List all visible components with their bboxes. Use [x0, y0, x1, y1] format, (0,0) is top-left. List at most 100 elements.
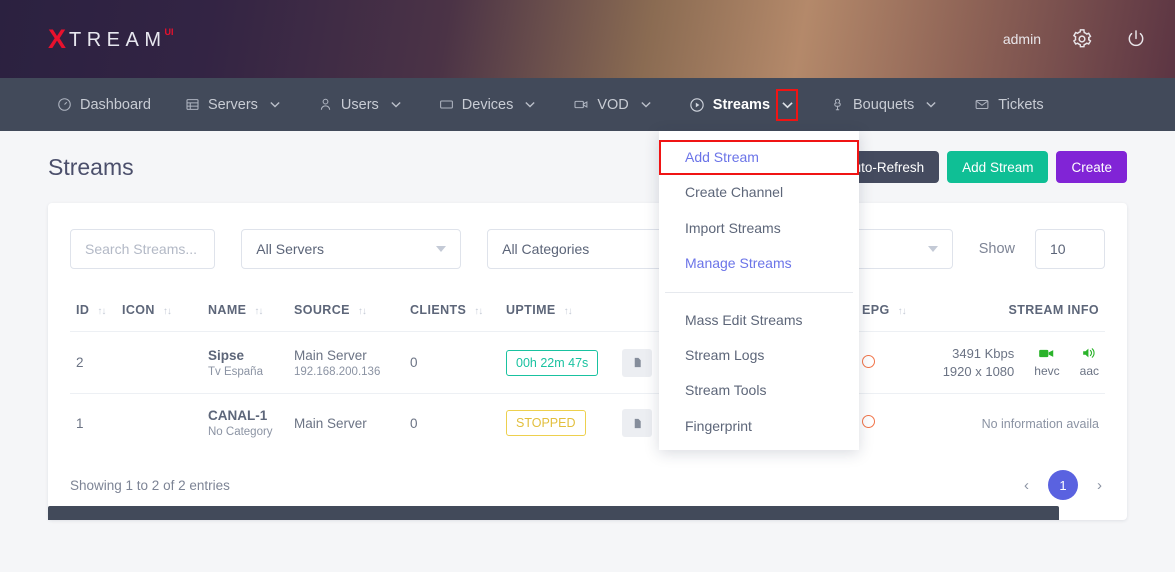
current-user-label[interactable]: admin	[1003, 31, 1041, 47]
chevron-down-icon	[927, 246, 938, 252]
menu-item-import-streams[interactable]: Import Streams	[659, 211, 859, 246]
streams-table-head: ID ↑↓ ICON ↑↓ NAME ↑↓ SOURCE ↑↓ CLIENTS ↑↓	[70, 291, 1105, 332]
nav-caret-vod[interactable]	[637, 91, 655, 119]
cell-id: 1	[76, 415, 84, 431]
table-row[interactable]: 1 CANAL-1 No Category Main Server 0 STOP…	[70, 394, 1105, 453]
menu-item-mass-edit-streams[interactable]: Mass Edit Streams	[659, 303, 859, 338]
add-stream-button[interactable]: Add Stream	[947, 151, 1049, 183]
cell-name: CANAL-1 No Category	[202, 394, 288, 453]
stream-name: Sipse	[208, 347, 245, 363]
bouquet-icon	[830, 97, 845, 112]
streams-dropdown-menu: Add Stream Create Channel Import Streams…	[659, 131, 859, 451]
create-button[interactable]: Create	[1056, 151, 1127, 183]
col-id[interactable]: ID ↑↓	[70, 291, 116, 332]
nav-item-users[interactable]: Users	[301, 78, 422, 131]
pagination-page-1[interactable]: 1	[1048, 470, 1078, 500]
server-select[interactable]: All Servers	[241, 229, 462, 269]
sort-icon: ↑↓	[897, 306, 907, 317]
nav-label-dashboard: Dashboard	[80, 96, 151, 113]
nav-label-users: Users	[340, 96, 379, 113]
file-icon[interactable]	[622, 409, 652, 437]
search-input-placeholder: Search Streams...	[85, 241, 198, 257]
col-stream-info-label: STREAM INFO	[1008, 303, 1099, 317]
gear-icon[interactable]	[1069, 26, 1095, 52]
cell-stream-info: 3491 Kbps 1920 x 1080 hevc aac	[930, 331, 1105, 394]
menu-item-create-channel[interactable]: Create Channel	[659, 175, 859, 210]
nav-caret-servers[interactable]	[266, 91, 284, 119]
status-badge: STOPPED	[506, 410, 586, 436]
status-badge: 00h 22m 47s	[506, 349, 599, 376]
cell-uptime: 00h 22m 47s	[500, 331, 616, 394]
streams-table: ID ↑↓ ICON ↑↓ NAME ↑↓ SOURCE ↑↓ CLIENTS ↑↓	[70, 291, 1105, 452]
nav-item-tickets[interactable]: Tickets	[957, 78, 1060, 131]
server-select-value: All Servers	[256, 241, 324, 257]
nav-item-streams[interactable]: Streams	[672, 78, 813, 131]
app-page: X TREAM UI admin Dashboard Servers Users…	[0, 0, 1175, 572]
entries-count: Showing 1 to 2 of 2 entries	[70, 477, 230, 493]
pagination-next[interactable]: ›	[1094, 477, 1105, 494]
menu-item-stream-logs[interactable]: Stream Logs	[659, 338, 859, 373]
pagination-prev[interactable]: ‹	[1021, 477, 1032, 494]
audio-codec-label: aac	[1079, 364, 1099, 378]
menu-item-manage-streams[interactable]: Manage Streams	[659, 246, 859, 281]
col-source[interactable]: SOURCE ↑↓	[288, 291, 404, 332]
page-header: Streams Auto-Refresh Add Stream Create	[48, 131, 1127, 203]
table-row[interactable]: 2 Sipse Tv España Main Server 192.168.20…	[70, 331, 1105, 394]
col-clients-label: CLIENTS	[410, 303, 467, 317]
main-navigation: Dashboard Servers Users Devices VOD Stre…	[0, 78, 1175, 131]
nav-label-servers: Servers	[207, 96, 258, 113]
sort-icon: ↑↓	[162, 306, 172, 317]
nav-caret-devices[interactable]	[521, 91, 539, 119]
server-icon	[185, 97, 200, 112]
sort-icon: ↑↓	[474, 306, 483, 317]
menu-divider	[665, 291, 853, 293]
menu-item-stream-tools[interactable]: Stream Tools	[659, 373, 859, 408]
menu-item-add-stream[interactable]: Add Stream	[659, 140, 859, 176]
sort-icon: ↑↓	[97, 306, 106, 317]
col-clients[interactable]: CLIENTS ↑↓	[404, 291, 500, 332]
col-name[interactable]: NAME ↑↓	[202, 291, 288, 332]
col-icon-label: ICON	[122, 303, 155, 317]
dashboard-icon	[57, 97, 72, 112]
play-circle-icon	[689, 97, 705, 113]
col-source-label: SOURCE	[294, 303, 350, 317]
nav-item-servers[interactable]: Servers	[168, 78, 301, 131]
stream-resolution: 1920 x 1080	[942, 364, 1015, 379]
user-icon	[318, 97, 333, 112]
show-label: Show	[978, 241, 1016, 257]
col-icon[interactable]: ICON ↑↓	[116, 291, 202, 332]
stream-name: CANAL-1	[208, 408, 268, 423]
search-input[interactable]: Search Streams...	[70, 229, 216, 269]
page-title: Streams	[48, 153, 134, 180]
nav-item-dashboard[interactable]: Dashboard	[40, 78, 168, 131]
brand-logo[interactable]: X TREAM UI	[48, 25, 174, 53]
col-uptime[interactable]: UPTIME ↑↓	[500, 291, 616, 332]
show-entries-select[interactable]: 10	[1035, 229, 1106, 269]
col-uptime-label: UPTIME	[506, 303, 556, 317]
nav-caret-bouquets[interactable]	[922, 91, 940, 119]
col-id-label: ID	[76, 303, 90, 317]
nav-item-devices[interactable]: Devices	[422, 78, 557, 131]
nav-label-devices: Devices	[461, 96, 514, 113]
brand-logo-text: TREAM	[69, 28, 167, 51]
power-icon[interactable]	[1123, 26, 1149, 52]
cell-source: Main Server 192.168.200.136	[288, 331, 404, 394]
file-icon[interactable]	[622, 348, 652, 377]
nav-item-bouquets[interactable]: Bouquets	[813, 78, 957, 131]
cell-epg	[856, 394, 930, 453]
cell-stream-info: No information availa	[930, 394, 1105, 453]
col-epg[interactable]: EPG ↑↓	[856, 291, 930, 332]
nav-item-vod[interactable]: VOD	[556, 78, 671, 131]
nav-caret-users[interactable]	[387, 91, 405, 119]
streams-card: Search Streams... All Servers All Catego…	[48, 203, 1127, 520]
nav-caret-streams[interactable]	[776, 88, 799, 121]
stream-bitrate: 3491 Kbps	[952, 346, 1015, 361]
cell-epg	[856, 331, 930, 394]
filters-row: Search Streams... All Servers All Catego…	[70, 225, 1106, 291]
top-bar-right: admin	[1003, 26, 1149, 52]
menu-item-fingerprint[interactable]: Fingerprint	[659, 409, 859, 444]
streams-table-body: 2 Sipse Tv España Main Server 192.168.20…	[70, 331, 1105, 453]
video-codec-label: hevc	[1034, 364, 1060, 378]
table-header-row: ID ↑↓ ICON ↑↓ NAME ↑↓ SOURCE ↑↓ CLIENTS ↑↓	[70, 291, 1105, 332]
top-bar: X TREAM UI admin	[0, 0, 1175, 78]
